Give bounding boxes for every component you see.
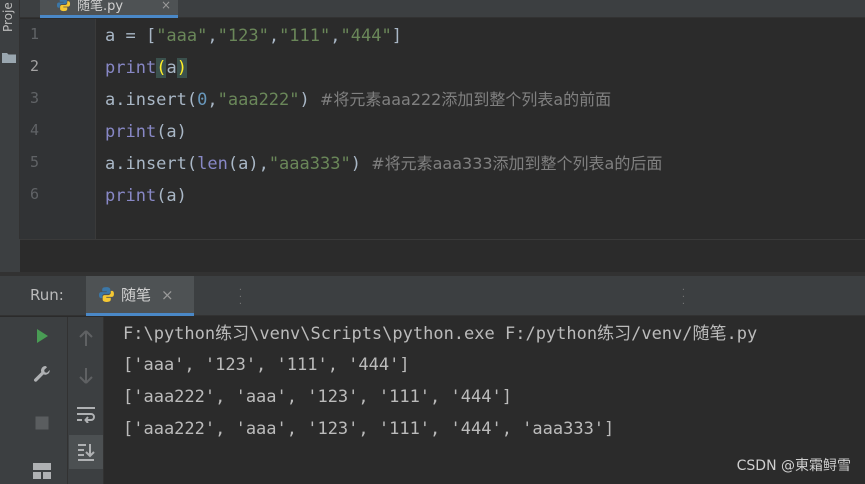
arrow-up-icon[interactable] — [72, 324, 100, 352]
code-token: , — [207, 26, 218, 46]
code-token: a — [166, 58, 177, 78]
code-token: #将元素aaa333添加到整个列表a的后面 — [371, 154, 663, 173]
code-token: "aaa" — [156, 26, 208, 46]
run-toolbar-secondary — [68, 317, 104, 484]
run-tab[interactable]: 随笔 × — [86, 276, 194, 316]
run-panel-left-strip — [0, 317, 20, 484]
line-number: 6 — [30, 185, 40, 203]
line-number: 5 — [30, 153, 40, 171]
project-tool-window-button[interactable]: Proje — [1, 2, 19, 42]
project-tool-strip-lower — [0, 239, 20, 272]
console-output-line: ['aaa222', 'aaa', '123', '111', '444', '… — [123, 419, 615, 439]
scroll-to-end-icon[interactable] — [69, 435, 103, 469]
line-number-gutter: 1 2 3 4 5 6 — [20, 19, 96, 239]
code-token: , — [330, 26, 341, 46]
csdn-watermark: CSDN @東霜鲟雪 — [736, 458, 851, 474]
drag-handle-icon[interactable]: · · · — [238, 286, 243, 308]
editor-tab-file[interactable]: 随笔.py × — [40, 0, 178, 18]
code-line[interactable]: a = ["aaa","123","111","444"] — [105, 24, 402, 48]
code-line[interactable]: print(a) — [105, 184, 187, 208]
code-line[interactable]: print(a) — [105, 120, 187, 144]
code-line[interactable]: a.insert(len(a),"aaa333") #将元素aaa333添加到整… — [105, 152, 662, 176]
line-number-current: 2 — [30, 57, 40, 75]
line-number: 1 — [30, 25, 40, 43]
code-token: 0 — [197, 90, 208, 110]
code-token: (a) — [156, 122, 187, 142]
code-token: print — [105, 58, 157, 78]
code-token: "aaa222" — [217, 90, 300, 110]
code-token: (a) — [156, 186, 187, 206]
code-token: print — [105, 122, 157, 142]
code-editor[interactable]: a = ["aaa","123","111","444"] print(a) a… — [97, 19, 865, 239]
editor-tab-bar: 随笔.py × — [20, 0, 865, 18]
code-token: "123" — [217, 26, 269, 46]
editor-tab-label: 随笔.py — [77, 0, 124, 14]
code-token: print — [105, 186, 157, 206]
code-token: , — [258, 154, 269, 174]
close-icon[interactable]: × — [161, 286, 174, 304]
python-icon — [99, 287, 114, 302]
code-token: ( — [156, 58, 167, 78]
stop-icon[interactable] — [28, 409, 56, 437]
code-line-current[interactable]: print(a) — [105, 56, 187, 80]
code-token: , — [268, 26, 280, 46]
code-token: "aaa333" — [268, 154, 351, 174]
layout-icon[interactable] — [28, 457, 56, 484]
close-icon[interactable]: × — [161, 0, 171, 12]
editor-empty-area[interactable] — [20, 239, 865, 272]
console-command-line: F:\python练习\venv\Scripts\python.exe F:/p… — [123, 324, 758, 344]
code-token: len — [197, 154, 228, 174]
soft-wrap-icon[interactable] — [72, 400, 100, 428]
code-token: (a) — [227, 154, 259, 174]
run-tab-label: 随笔 — [121, 286, 152, 304]
wrench-icon[interactable] — [28, 360, 56, 388]
code-token: "111" — [279, 26, 331, 46]
code-token: , — [207, 90, 218, 110]
project-tool-strip: Proje — [0, 0, 20, 272]
folder-icon[interactable] — [2, 52, 16, 63]
code-token: a.insert( — [105, 154, 198, 174]
code-token: ) — [350, 154, 372, 174]
code-token: "444" — [340, 26, 392, 46]
run-icon[interactable] — [28, 322, 56, 350]
line-number: 3 — [30, 89, 40, 107]
code-token: ) — [299, 90, 320, 110]
run-panel-title: Run: — [30, 286, 64, 304]
code-token: #将元素aaa222添加到整个列表a的前面 — [320, 90, 612, 109]
python-icon — [56, 0, 71, 12]
code-token: a.insert( — [105, 90, 198, 110]
drag-handle-icon[interactable]: · · · — [681, 286, 686, 308]
console-output-line: ['aaa', '123', '111', '444'] — [123, 355, 410, 375]
line-number: 4 — [30, 121, 40, 139]
code-token: a = [ — [105, 26, 157, 46]
code-line[interactable]: a.insert(0,"aaa222") #将元素aaa222添加到整个列表a的… — [105, 88, 611, 112]
console-output-line: ['aaa222', 'aaa', '123', '111', '444'] — [123, 387, 512, 407]
code-token: ] — [391, 26, 402, 46]
arrow-down-icon[interactable] — [72, 362, 100, 390]
run-panel-header: Run: 随笔 × · · · · · · — [0, 276, 865, 316]
code-token: ) — [176, 58, 187, 78]
run-toolbar-primary — [20, 317, 68, 484]
